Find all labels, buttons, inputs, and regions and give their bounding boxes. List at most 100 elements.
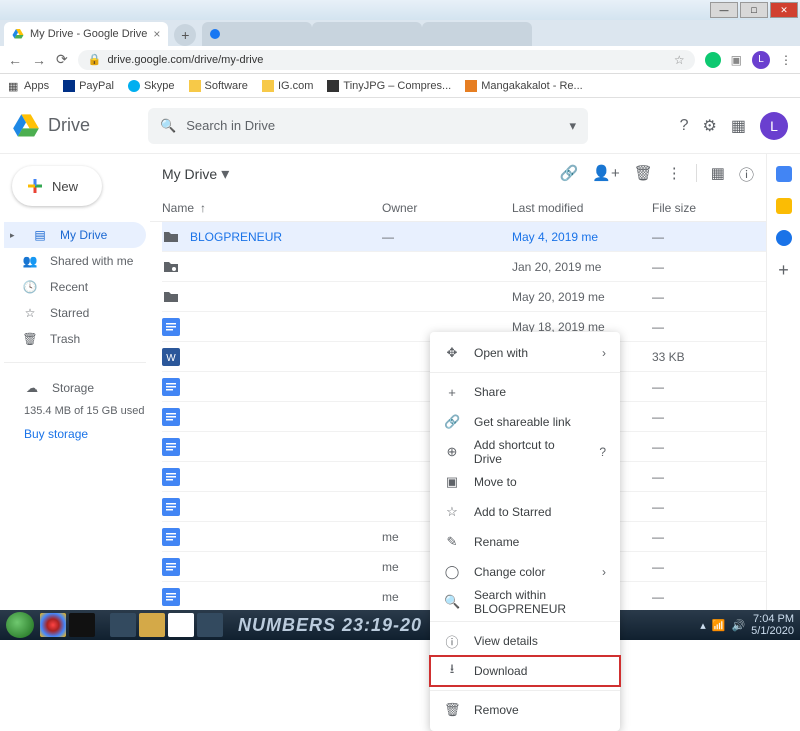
details-info-icon[interactable]: ⓘ	[739, 164, 754, 185]
account-avatar[interactable]: L	[760, 112, 788, 140]
bookmark-skype[interactable]: Skype	[128, 80, 175, 92]
bookmark-tinyjpg[interactable]: TinyJPG – Compres...	[327, 80, 451, 92]
breadcrumb[interactable]: My Drive	[162, 166, 217, 182]
tab-close-icon[interactable]: ×	[153, 27, 160, 41]
extension-icon[interactable]: ▣	[731, 53, 742, 67]
nav-back-icon[interactable]: ←	[8, 52, 22, 68]
context-item-label: Open with	[474, 346, 528, 360]
sidebar-item-starred[interactable]: ☆Starred	[4, 300, 146, 326]
file-type-icon	[162, 378, 180, 396]
chrome-profile-avatar[interactable]: L	[752, 51, 770, 69]
start-button[interactable]	[6, 612, 34, 638]
keep-addon-icon[interactable]	[776, 198, 792, 214]
bookmark-manga[interactable]: Mangakakalot - Re...	[465, 80, 583, 92]
context-item-change-color[interactable]: ◯Change color›	[430, 557, 620, 587]
file-type-icon: W	[162, 348, 180, 366]
context-item-download[interactable]: ⭳Download	[430, 656, 620, 686]
context-item-icon: 🗑	[444, 702, 460, 718]
browser-tab-inactive[interactable]	[202, 22, 312, 46]
buy-storage-link[interactable]: Buy storage	[24, 427, 146, 441]
breadcrumb-caret-icon[interactable]: ▾	[221, 164, 229, 184]
window-minimize-button[interactable]: —	[710, 2, 738, 18]
file-size: 33 KB	[652, 350, 732, 364]
file-row[interactable]: May 20, 2019 me—	[162, 282, 766, 312]
sidebar-item-label: My Drive	[60, 228, 107, 242]
taskbar-app-icon[interactable]	[110, 613, 136, 637]
trash-icon: 🗑	[22, 332, 38, 346]
file-row[interactable]: BLOGPRENEUR—May 4, 2019 me—	[162, 222, 766, 252]
tray-network-icon[interactable]: 📶	[712, 619, 726, 632]
bookmark-paypal[interactable]: PayPal	[63, 80, 114, 92]
chrome-menu-icon[interactable]: ⋮	[780, 53, 792, 67]
context-item-share[interactable]: +Share	[430, 377, 620, 407]
more-actions-icon[interactable]: ⋮	[667, 164, 682, 185]
sidebar-item-shared[interactable]: 👥Shared with me	[4, 248, 146, 274]
bookmark-apps[interactable]: ▦Apps	[8, 80, 49, 92]
search-input[interactable]: 🔍 Search in Drive ▾	[148, 108, 588, 144]
sidebar-item-trash[interactable]: 🗑Trash	[4, 326, 146, 352]
drive-logo[interactable]: Drive	[12, 112, 132, 140]
col-owner[interactable]: Owner	[382, 201, 512, 215]
add-addons-icon[interactable]: +	[776, 262, 792, 278]
context-item-add-to-starred[interactable]: ☆Add to Starred	[430, 497, 620, 527]
file-size: —	[652, 560, 732, 574]
taskbar-explorer-icon[interactable]	[139, 613, 165, 637]
search-options-icon[interactable]: ▾	[569, 118, 576, 134]
window-maximize-button[interactable]: □	[740, 2, 768, 18]
col-modified[interactable]: Last modified	[512, 201, 652, 215]
context-item-view-details[interactable]: ⓘView details	[430, 626, 620, 656]
context-item-label: View details	[474, 634, 538, 648]
sort-asc-icon[interactable]: ↑	[200, 201, 206, 215]
tray-volume-icon[interactable]: 🔊	[731, 619, 745, 632]
drive-icon: ▤	[32, 228, 48, 242]
new-tab-button[interactable]: +	[174, 24, 196, 46]
browser-tab-active[interactable]: My Drive - Google Drive ×	[4, 22, 168, 46]
sidebar-item-my-drive[interactable]: ▸ ▤ My Drive	[4, 222, 146, 248]
taskbar-app-icon[interactable]	[69, 613, 95, 637]
url-text: drive.google.com/drive/my-drive	[107, 54, 263, 66]
system-clock[interactable]: 7:04 PM 5/1/2020	[751, 613, 794, 637]
settings-gear-icon[interactable]: ⚙	[703, 116, 717, 136]
share-person-icon[interactable]: 👤+	[592, 164, 619, 185]
col-name[interactable]: Name	[162, 201, 194, 215]
context-item-move-to[interactable]: ▣Move to	[430, 467, 620, 497]
file-row[interactable]: Jan 20, 2019 me—	[162, 252, 766, 282]
nav-reload-icon[interactable]: ⟳	[56, 51, 68, 68]
taskbar-word-icon[interactable]	[168, 613, 194, 637]
sidebar-item-storage[interactable]: ☁Storage	[24, 375, 146, 401]
sidebar-item-label: Storage	[52, 381, 94, 395]
bookmark-ig[interactable]: IG.com	[262, 80, 313, 92]
help-icon[interactable]: ?	[599, 445, 606, 459]
bookmark-software[interactable]: Software	[189, 80, 248, 92]
taskbar-chrome-icon[interactable]	[40, 613, 66, 637]
delete-icon[interactable]: 🗑	[634, 164, 653, 185]
context-item-get-shareable-link[interactable]: 🔗Get shareable link	[430, 407, 620, 437]
bookmark-star-icon[interactable]: ☆	[674, 53, 685, 67]
context-item-search-within-blogpreneur[interactable]: 🔍Search within BLOGPRENEUR	[430, 587, 620, 617]
taskbar-app-icon[interactable]	[197, 613, 223, 637]
expand-arrow-icon[interactable]: ▸	[10, 230, 20, 241]
browser-tab-inactive[interactable]	[422, 22, 532, 46]
file-size: —	[652, 290, 732, 304]
new-button[interactable]: New	[12, 166, 102, 206]
context-item-label: Rename	[474, 535, 519, 549]
window-close-button[interactable]: ✕	[770, 2, 798, 18]
context-item-add-shortcut-to-drive[interactable]: ⊕Add shortcut to Drive?	[430, 437, 620, 467]
tasks-addon-icon[interactable]	[776, 230, 792, 246]
context-item-open-with[interactable]: ✥Open with›	[430, 338, 620, 368]
tray-icon[interactable]: ▴	[700, 619, 706, 632]
browser-tab-inactive[interactable]	[312, 22, 422, 46]
calendar-addon-icon[interactable]	[776, 166, 792, 182]
apps-grid-icon[interactable]: ▦	[731, 116, 746, 136]
context-item-remove[interactable]: 🗑Remove	[430, 695, 620, 725]
support-icon[interactable]: ?	[680, 117, 689, 135]
url-field[interactable]: 🔒 drive.google.com/drive/my-drive ☆	[78, 50, 695, 70]
sidebar-item-recent[interactable]: 🕓Recent	[4, 274, 146, 300]
nav-forward-icon[interactable]: →	[32, 52, 46, 68]
file-size: —	[652, 590, 732, 604]
layout-grid-icon[interactable]: ▦	[711, 164, 725, 185]
col-size[interactable]: File size	[652, 201, 732, 215]
extension-icon[interactable]	[705, 52, 721, 68]
get-link-icon[interactable]: 🔗	[560, 164, 579, 185]
context-item-rename[interactable]: ✎Rename	[430, 527, 620, 557]
